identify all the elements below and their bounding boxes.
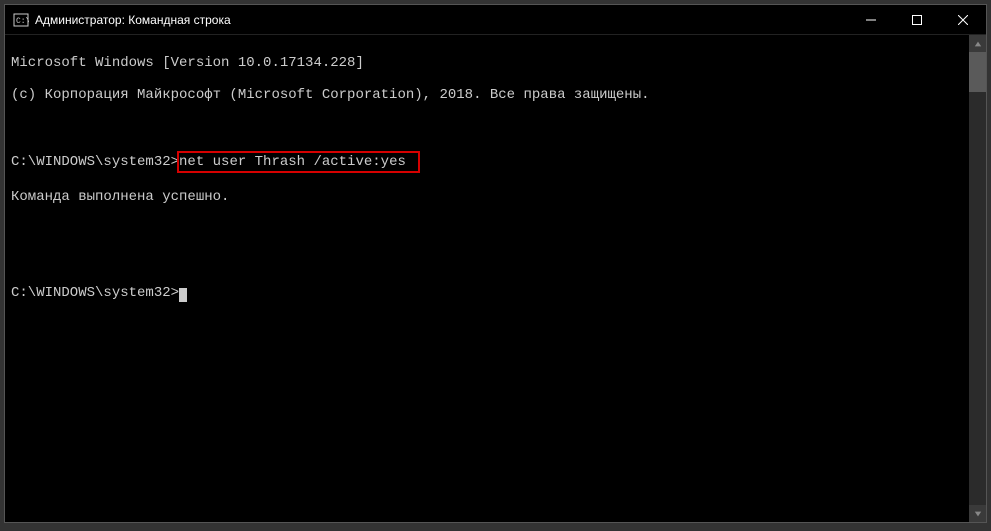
window-controls bbox=[848, 5, 986, 34]
scroll-up-button[interactable] bbox=[969, 35, 986, 52]
blank-line bbox=[11, 221, 963, 237]
command-prompt-window: C:\ Администратор: Командная строка Micr… bbox=[4, 4, 987, 523]
prompt-path: C:\WINDOWS\system32> bbox=[11, 285, 179, 301]
prompt-path: C:\WINDOWS\system32> bbox=[11, 154, 179, 170]
result-line: Команда выполнена успешно. bbox=[11, 189, 963, 205]
current-prompt-line: C:\WINDOWS\system32> bbox=[11, 285, 963, 301]
highlighted-command: net user Thrash /active:yes bbox=[177, 151, 420, 173]
content-area: Microsoft Windows [Version 10.0.17134.22… bbox=[5, 35, 986, 522]
cursor bbox=[179, 288, 187, 302]
cmd-icon: C:\ bbox=[13, 12, 29, 28]
copyright-line: (c) Корпорация Майкрософт (Microsoft Cor… bbox=[11, 87, 963, 103]
command-text: net user Thrash /active:yes bbox=[179, 154, 406, 170]
vertical-scrollbar[interactable] bbox=[969, 35, 986, 522]
terminal-output[interactable]: Microsoft Windows [Version 10.0.17134.22… bbox=[5, 35, 969, 522]
version-line: Microsoft Windows [Version 10.0.17134.22… bbox=[11, 55, 963, 71]
command-line-1: C:\WINDOWS\system32>net user Thrash /act… bbox=[11, 151, 963, 173]
scroll-thumb[interactable] bbox=[969, 52, 986, 92]
scroll-down-button[interactable] bbox=[969, 505, 986, 522]
maximize-button[interactable] bbox=[894, 5, 940, 34]
minimize-button[interactable] bbox=[848, 5, 894, 34]
titlebar[interactable]: C:\ Администратор: Командная строка bbox=[5, 5, 986, 35]
svg-text:C:\: C:\ bbox=[16, 17, 29, 26]
blank-line bbox=[11, 253, 963, 269]
window-title: Администратор: Командная строка bbox=[35, 13, 848, 27]
blank-line bbox=[11, 119, 963, 135]
close-button[interactable] bbox=[940, 5, 986, 34]
